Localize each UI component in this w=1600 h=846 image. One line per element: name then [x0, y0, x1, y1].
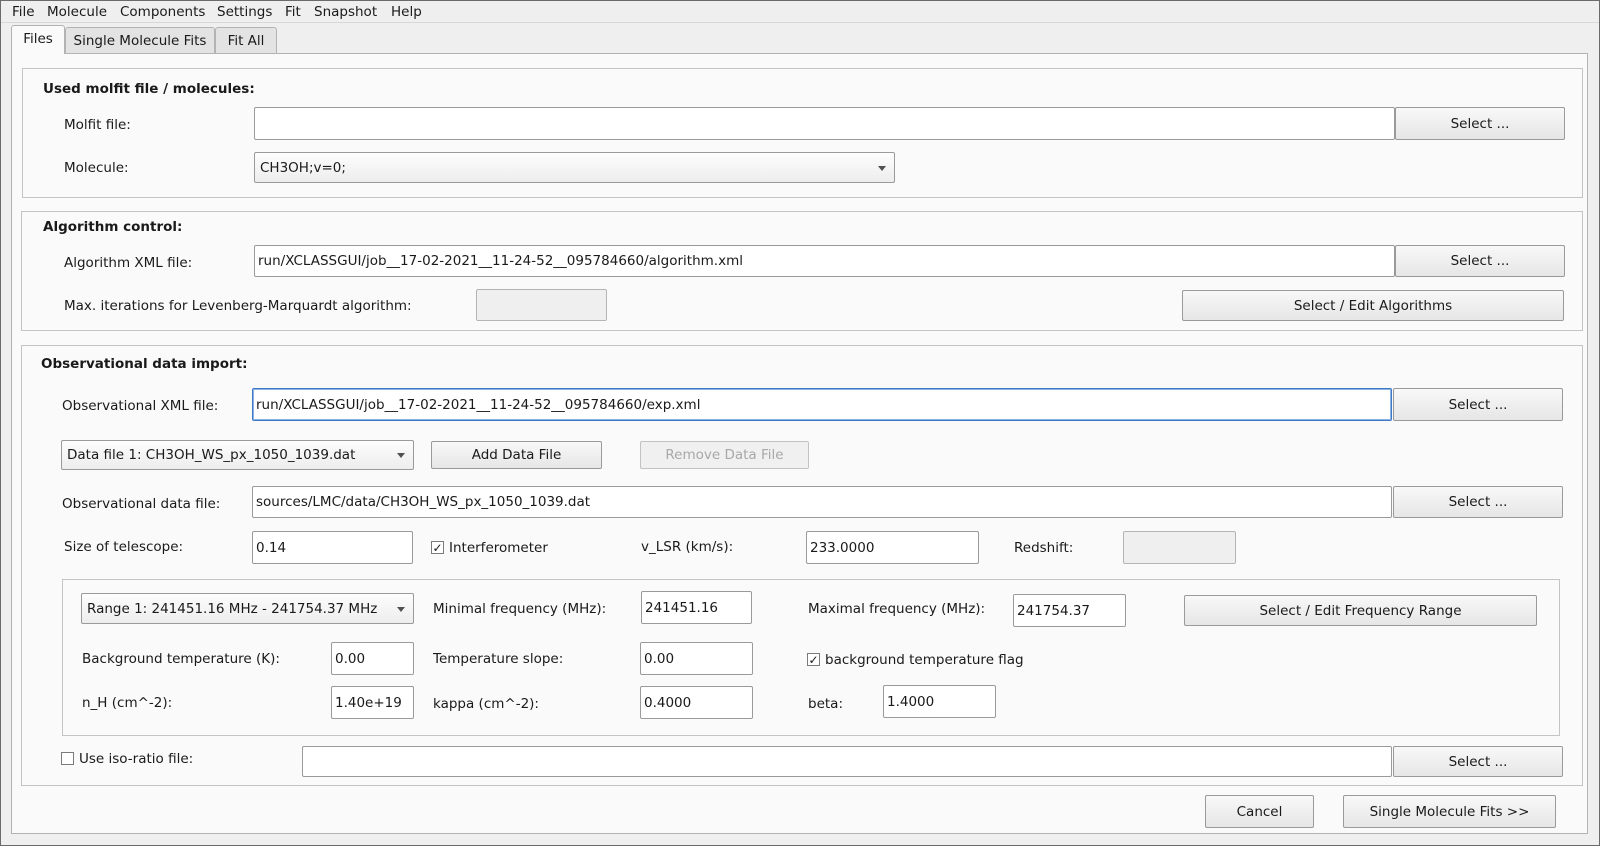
background-temperature-input[interactable]: 0.00 [331, 642, 414, 675]
interferometer-label: Interferometer [449, 540, 548, 556]
molecule-combo-value: CH3OH;v=0; [260, 159, 346, 176]
obs-data-file-label: Observational data file: [62, 496, 221, 512]
observational-group-title: Observational data import: [41, 356, 248, 372]
obs-data-file-select-button[interactable]: Select ... [1393, 486, 1563, 518]
data-file-combo-value: Data file 1: CH3OH_WS_px_1050_1039.dat [67, 447, 356, 463]
edit-frequency-range-button[interactable]: Select / Edit Frequency Range [1184, 595, 1537, 626]
max-frequency-input[interactable]: 241754.37 [1013, 594, 1126, 627]
nh-label: n_H (cm^-2): [82, 695, 173, 711]
background-temperature-label: Background temperature (K): [82, 651, 280, 667]
chevron-down-icon [397, 606, 405, 612]
data-file-combo[interactable]: Data file 1: CH3OH_WS_px_1050_1039.dat [61, 440, 414, 470]
redshift-label: Redshift: [1014, 540, 1074, 556]
temperature-slope-input[interactable]: 0.00 [640, 642, 753, 675]
menu-bar: File Molecule Components Settings Fit Sn… [1, 1, 1599, 23]
tab-files[interactable]: Files [11, 25, 65, 54]
background-temperature-flag-label: background temperature flag [825, 652, 1024, 668]
tab-single-molecule-fits[interactable]: Single Molecule Fits [65, 27, 215, 53]
cancel-button[interactable]: Cancel [1205, 795, 1314, 828]
vlsr-label: v_LSR (km/s): [641, 539, 734, 555]
menu-settings[interactable]: Settings [215, 3, 274, 22]
chevron-down-icon [878, 165, 886, 171]
tab-fit-all[interactable]: Fit All [215, 27, 277, 53]
min-frequency-label: Minimal frequency (MHz): [433, 601, 607, 617]
max-iterations-label: Max. iterations for Levenberg-Marquardt … [64, 298, 412, 314]
algorithm-select-button[interactable]: Select ... [1395, 245, 1565, 277]
iso-ratio-file-input[interactable] [302, 746, 1392, 777]
remove-data-file-button[interactable]: Remove Data File [640, 441, 809, 469]
obs-xml-select-button[interactable]: Select ... [1393, 388, 1563, 421]
interferometer-checkbox[interactable]: ✓ [431, 541, 444, 554]
iso-ratio-select-button[interactable]: Select ... [1393, 746, 1563, 777]
background-temperature-flag-checkbox[interactable]: ✓ [807, 653, 820, 666]
min-frequency-input[interactable]: 241451.16 [641, 591, 752, 624]
use-iso-ratio-label: Use iso-ratio file: [79, 751, 194, 767]
algorithm-xml-input[interactable]: run/XCLASSGUI/job__17-02-2021__11-24-52_… [254, 245, 1395, 277]
nh-input[interactable]: 1.40e+19 [331, 686, 414, 719]
range-combo-value: Range 1: 241451.16 MHz - 241754.37 MHz [87, 600, 378, 617]
redshift-input[interactable] [1123, 531, 1236, 564]
add-data-file-button[interactable]: Add Data File [431, 441, 602, 469]
chevron-down-icon [397, 453, 405, 458]
menu-file[interactable]: File [10, 3, 37, 22]
menu-components[interactable]: Components [118, 3, 207, 22]
single-molecule-fits-next-button[interactable]: Single Molecule Fits >> [1343, 795, 1556, 828]
kappa-input[interactable]: 0.4000 [640, 686, 753, 719]
beta-input[interactable]: 1.4000 [883, 685, 996, 718]
max-frequency-label: Maximal frequency (MHz): [808, 601, 986, 617]
molfit-select-button[interactable]: Select ... [1395, 107, 1565, 140]
telescope-size-input[interactable]: 0.14 [252, 531, 413, 564]
edit-algorithms-button[interactable]: Select / Edit Algorithms [1182, 290, 1564, 321]
menu-help[interactable]: Help [389, 3, 424, 22]
molfit-file-input[interactable] [254, 107, 1395, 140]
algorithm-group-title: Algorithm control: [43, 219, 183, 235]
beta-label: beta: [808, 696, 843, 712]
use-iso-ratio-checkbox[interactable] [61, 752, 74, 765]
telescope-size-label: Size of telescope: [64, 539, 184, 555]
obs-xml-label: Observational XML file: [62, 398, 219, 414]
menu-fit[interactable]: Fit [283, 3, 303, 22]
kappa-label: kappa (cm^-2): [433, 696, 539, 712]
vlsr-input[interactable]: 233.0000 [806, 531, 979, 564]
menu-molecule[interactable]: Molecule [45, 3, 109, 22]
molecule-combo[interactable]: CH3OH;v=0; [254, 152, 895, 183]
obs-xml-input[interactable]: run/XCLASSGUI/job__17-02-2021__11-24-52_… [252, 388, 1392, 421]
menu-snapshot[interactable]: Snapshot [312, 3, 379, 22]
molfit-group-title: Used molfit file / molecules: [43, 81, 255, 97]
obs-data-file-input[interactable]: sources/LMC/data/CH3OH_WS_px_1050_1039.d… [252, 486, 1392, 518]
temperature-slope-label: Temperature slope: [433, 651, 564, 667]
max-iterations-input[interactable] [476, 289, 607, 321]
algorithm-xml-label: Algorithm XML file: [64, 255, 193, 271]
range-combo[interactable]: Range 1: 241451.16 MHz - 241754.37 MHz [81, 593, 414, 624]
molfit-file-label: Molfit file: [64, 117, 131, 133]
molecule-label: Molecule: [64, 160, 129, 176]
